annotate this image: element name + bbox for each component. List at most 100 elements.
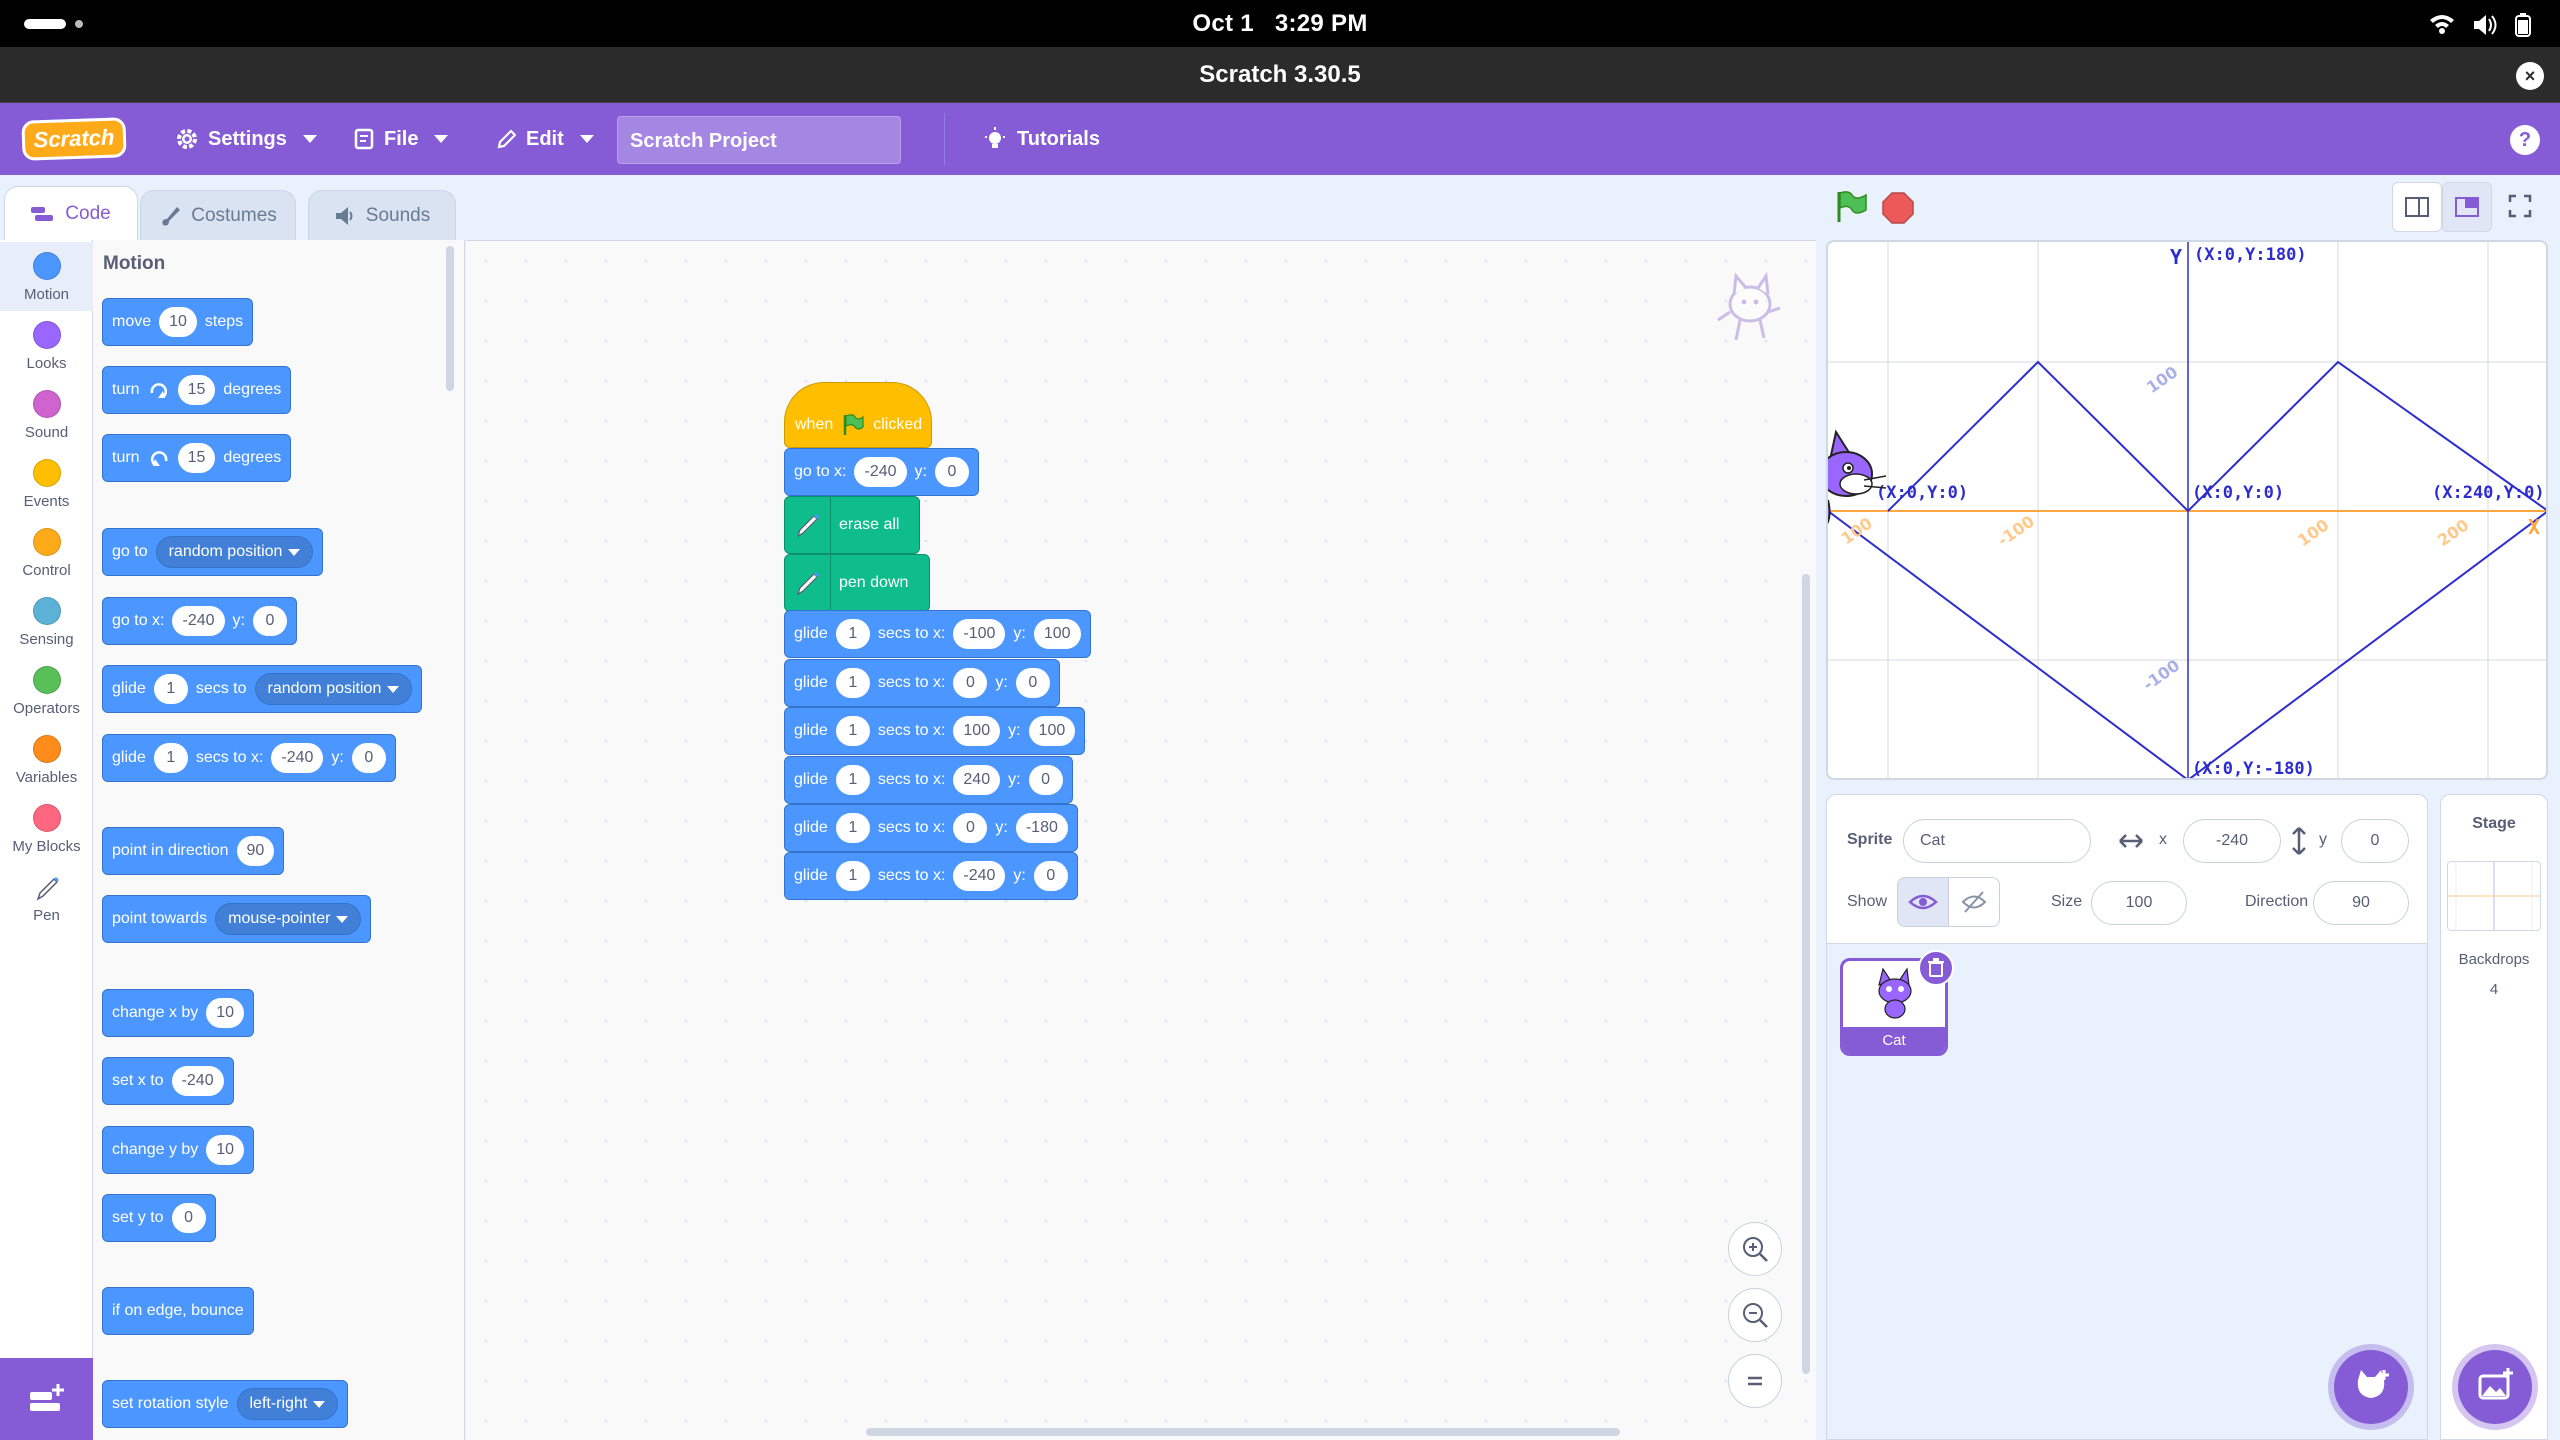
secs-input[interactable]: 1 xyxy=(835,619,870,649)
y-input[interactable]: 0 xyxy=(1015,668,1050,698)
y-input[interactable]: -180 xyxy=(1015,813,1068,843)
bounce-block[interactable]: if on edge, bounce xyxy=(102,1287,254,1335)
when-flag-clicked-block[interactable]: when clicked xyxy=(784,382,932,448)
tab-costumes[interactable]: Costumes xyxy=(140,190,296,240)
secs-input[interactable]: 1 xyxy=(153,743,188,773)
value-input[interactable]: 0 xyxy=(171,1203,206,1233)
script-glide-block[interactable]: glide 1 secs to x: -100 y: 100 xyxy=(784,610,1091,658)
script-glide-block[interactable]: glide 1 secs to x: 0 y: -180 xyxy=(784,804,1078,852)
turn-right-block[interactable]: turn 15 degrees xyxy=(102,366,292,414)
rotation-style-block[interactable]: set rotation style left-right xyxy=(102,1380,349,1428)
go-to-xy-block[interactable]: go to x: -240 y: 0 xyxy=(102,597,297,645)
x-input[interactable]: 240 xyxy=(953,765,1001,795)
x-input[interactable]: -240 xyxy=(172,606,225,636)
y-input[interactable]: 0 xyxy=(351,743,386,773)
category-control[interactable]: Control xyxy=(0,518,93,587)
change-x-block[interactable]: change x by 10 xyxy=(102,989,255,1037)
move-steps-block[interactable]: move 10 steps xyxy=(102,298,254,346)
direction-input[interactable]: 90 xyxy=(236,836,275,866)
workspace-vertical-scrollbar[interactable] xyxy=(1802,574,1810,1374)
glide-to-dropdown[interactable]: random position xyxy=(254,673,413,705)
tab-sounds[interactable]: Sounds xyxy=(308,190,456,240)
sprite-y-input[interactable]: 0 xyxy=(2341,819,2409,863)
x-input[interactable]: 0 xyxy=(953,813,988,843)
erase-all-block[interactable]: erase all xyxy=(784,496,920,554)
settings-menu[interactable]: Settings xyxy=(176,103,317,175)
secs-input[interactable]: 1 xyxy=(835,668,870,698)
green-flag-button[interactable] xyxy=(1834,190,1868,224)
edit-menu[interactable]: Edit xyxy=(496,103,594,175)
y-input[interactable]: 0 xyxy=(252,606,287,636)
secs-input[interactable]: 1 xyxy=(835,765,870,795)
degrees-input[interactable]: 15 xyxy=(177,375,216,405)
value-input[interactable]: 10 xyxy=(206,1135,245,1165)
y-input[interactable]: 100 xyxy=(1033,619,1081,649)
delete-sprite-button[interactable] xyxy=(1918,950,1954,986)
x-input[interactable]: -240 xyxy=(953,861,1006,891)
sprite-direction-input[interactable]: 90 xyxy=(2313,881,2409,925)
secs-input[interactable]: 1 xyxy=(835,813,870,843)
x-input[interactable]: -240 xyxy=(854,457,907,487)
choose-backdrop-button[interactable] xyxy=(2458,1350,2532,1424)
show-sprite-button[interactable] xyxy=(1897,877,1949,927)
choose-sprite-button[interactable] xyxy=(2334,1350,2408,1424)
palette-scrollbar[interactable] xyxy=(446,246,454,391)
hide-sprite-button[interactable] xyxy=(1948,877,2000,927)
value-input[interactable]: -240 xyxy=(171,1066,224,1096)
file-menu[interactable]: File xyxy=(354,103,449,175)
script-glide-block[interactable]: glide 1 secs to x: 100 y: 100 xyxy=(784,707,1086,755)
script-glide-block[interactable]: glide 1 secs to x: 0 y: 0 xyxy=(784,659,1060,707)
glide-xy-block[interactable]: glide 1 secs to x: -240 y: 0 xyxy=(102,734,396,782)
x-input[interactable]: 100 xyxy=(953,716,1001,746)
small-stage-button[interactable] xyxy=(2392,182,2442,232)
sprite-name-input[interactable]: Cat xyxy=(1903,819,2091,863)
stage-selector-panel[interactable]: Stage Backdrops 4 xyxy=(2440,794,2548,1440)
change-y-block[interactable]: change y by 10 xyxy=(102,1126,255,1174)
category-sensing[interactable]: Sensing xyxy=(0,587,93,656)
rotation-style-dropdown[interactable]: left-right xyxy=(236,1388,339,1420)
secs-input[interactable]: 1 xyxy=(835,861,870,891)
category-sound[interactable]: Sound xyxy=(0,380,93,449)
script-workspace[interactable] xyxy=(466,240,1816,1440)
zoom-reset-button[interactable] xyxy=(1728,1354,1782,1408)
y-input[interactable]: 100 xyxy=(1028,716,1076,746)
x-input[interactable]: -240 xyxy=(271,743,324,773)
workspace-horizontal-scrollbar[interactable] xyxy=(866,1428,1620,1436)
secs-input[interactable]: 1 xyxy=(835,716,870,746)
help-button[interactable]: ? xyxy=(2510,125,2540,155)
category-my-blocks[interactable]: My Blocks xyxy=(0,794,93,863)
window-close-button[interactable]: × xyxy=(2516,62,2544,90)
script-glide-block[interactable]: glide 1 secs to x: 240 y: 0 xyxy=(784,756,1073,804)
sprite-size-input[interactable]: 100 xyxy=(2091,881,2187,925)
category-pen[interactable]: Pen xyxy=(0,863,93,932)
set-y-block[interactable]: set y to 0 xyxy=(102,1194,216,1242)
y-input[interactable]: 0 xyxy=(1033,861,1068,891)
large-stage-button[interactable] xyxy=(2442,182,2492,232)
steps-input[interactable]: 10 xyxy=(159,307,197,337)
zoom-out-button[interactable] xyxy=(1728,1288,1782,1342)
x-input[interactable]: 0 xyxy=(953,668,988,698)
go-to-dropdown[interactable]: random position xyxy=(155,536,314,568)
project-title-input[interactable]: Scratch Project xyxy=(617,116,901,164)
point-towards-block[interactable]: point towards mouse-pointer xyxy=(102,895,372,943)
fullscreen-button[interactable] xyxy=(2496,182,2546,232)
y-input[interactable]: 0 xyxy=(934,457,969,487)
glide-to-block[interactable]: glide 1 secs to random position xyxy=(102,665,423,713)
go-to-block[interactable]: go to random position xyxy=(102,528,324,576)
category-variables[interactable]: Variables xyxy=(0,725,93,794)
value-input[interactable]: 10 xyxy=(206,998,245,1028)
x-input[interactable]: -100 xyxy=(953,619,1006,649)
turn-left-block[interactable]: turn 15 degrees xyxy=(102,434,292,482)
category-operators[interactable]: Operators xyxy=(0,656,93,725)
sprite-x-input[interactable]: -240 xyxy=(2183,819,2281,863)
add-extension-button[interactable] xyxy=(0,1358,93,1440)
scratch-logo[interactable]: Scratch xyxy=(21,117,127,161)
zoom-in-button[interactable] xyxy=(1728,1222,1782,1276)
tab-code[interactable]: Code xyxy=(4,186,138,241)
stop-button[interactable] xyxy=(1882,192,1914,224)
category-events[interactable]: Events xyxy=(0,449,93,518)
script-glide-block[interactable]: glide 1 secs to x: -240 y: 0 xyxy=(784,852,1078,900)
set-x-block[interactable]: set x to -240 xyxy=(102,1057,234,1105)
point-in-direction-block[interactable]: point in direction 90 xyxy=(102,827,285,875)
script-go-to-xy-block[interactable]: go to x: -240 y: 0 xyxy=(784,448,979,496)
